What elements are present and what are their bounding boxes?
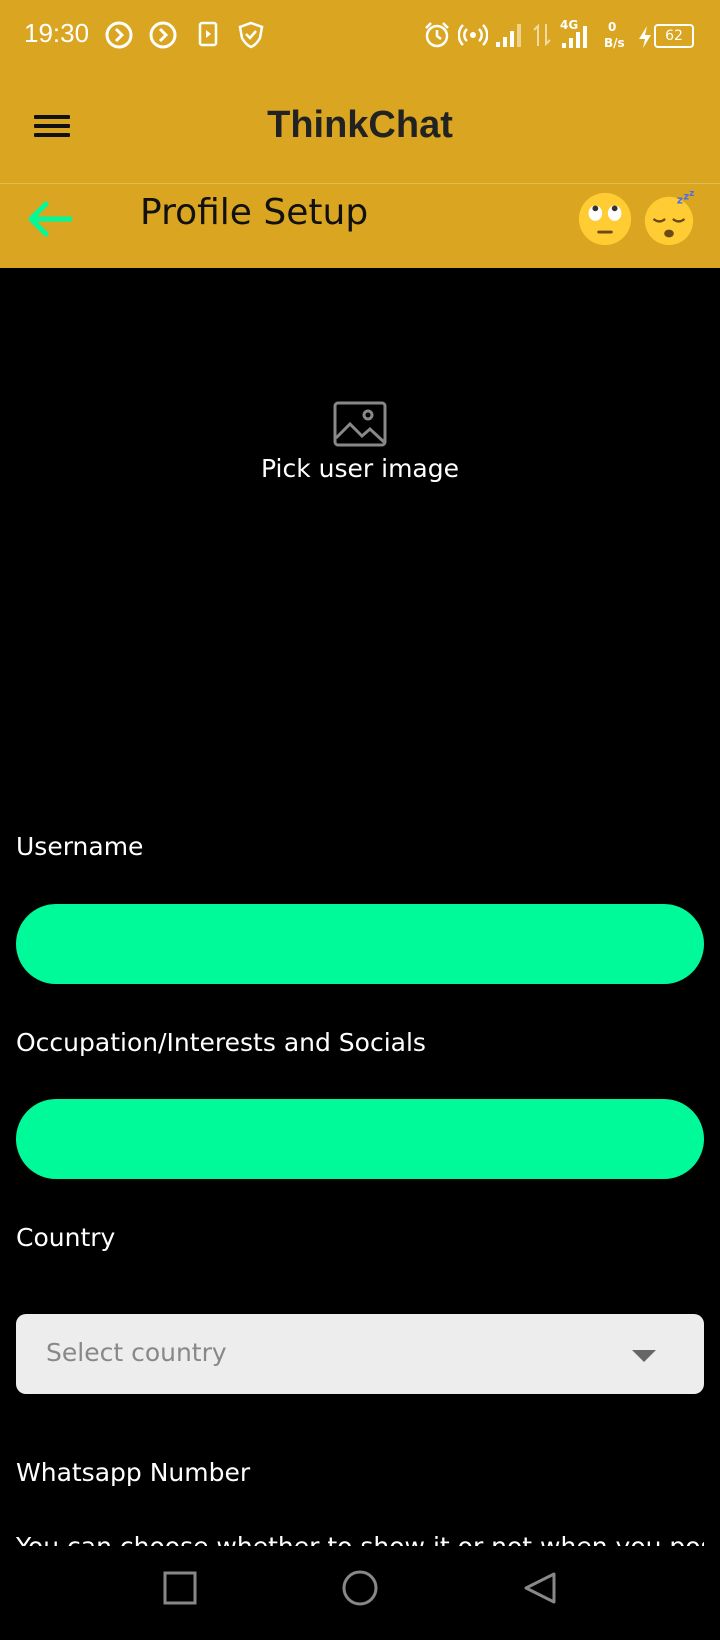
page-title: Profile Setup — [140, 192, 369, 233]
status-bar: 19:30 4G 0 B/s 62 — [0, 0, 720, 76]
status-time: 19:30 — [24, 18, 90, 48]
username-input[interactable] — [16, 904, 704, 984]
occupation-label: Occupation/Interests and Socials — [16, 1028, 426, 1057]
system-nav-bar — [0, 1546, 720, 1640]
shield-icon — [238, 21, 264, 49]
occupation-input[interactable] — [16, 1099, 704, 1179]
circle-arrow-icon — [149, 21, 177, 49]
battery-icon: 62 — [654, 24, 694, 48]
circle-arrow-icon — [105, 21, 133, 49]
signal-icon — [496, 24, 521, 47]
sleeping-emoji-icon[interactable]: z z z — [640, 190, 698, 248]
country-select[interactable]: Select country — [16, 1314, 704, 1394]
hotspot-icon — [458, 24, 488, 46]
recents-icon[interactable] — [162, 1570, 198, 1606]
username-label: Username — [16, 832, 144, 861]
home-icon[interactable] — [340, 1570, 380, 1610]
whatsapp-hint: You can choose whether to show it or not… — [16, 1532, 704, 1546]
app-bar: ThinkChat — [0, 76, 720, 184]
profile-setup-bar: Profile Setup z z z — [0, 184, 720, 268]
pick-image-label: Pick user image — [261, 454, 459, 483]
whatsapp-label: Whatsapp Number — [16, 1458, 251, 1487]
image-icon — [333, 401, 387, 447]
svg-text:z: z — [677, 194, 683, 207]
battery-level: 62 — [665, 28, 683, 44]
country-placeholder: Select country — [46, 1338, 227, 1367]
charging-icon — [639, 26, 651, 48]
net-speed-unit: B/s — [604, 36, 625, 50]
pick-user-image-button[interactable]: Pick user image — [210, 400, 510, 510]
data-arrows-icon — [533, 23, 551, 47]
country-label: Country — [16, 1223, 116, 1252]
back-arrow-icon — [28, 201, 73, 237]
back-button[interactable] — [22, 194, 78, 244]
alarm-icon — [425, 22, 449, 48]
back-triangle-icon[interactable] — [522, 1570, 558, 1610]
signal-icon — [562, 26, 587, 48]
net-speed-value: 0 — [608, 20, 617, 34]
svg-text:z: z — [689, 190, 694, 199]
eye-roll-emoji-icon[interactable] — [576, 190, 634, 248]
media-icon — [198, 21, 218, 47]
app-title: ThinkChat — [267, 104, 453, 146]
chevron-down-icon — [632, 1350, 656, 1362]
